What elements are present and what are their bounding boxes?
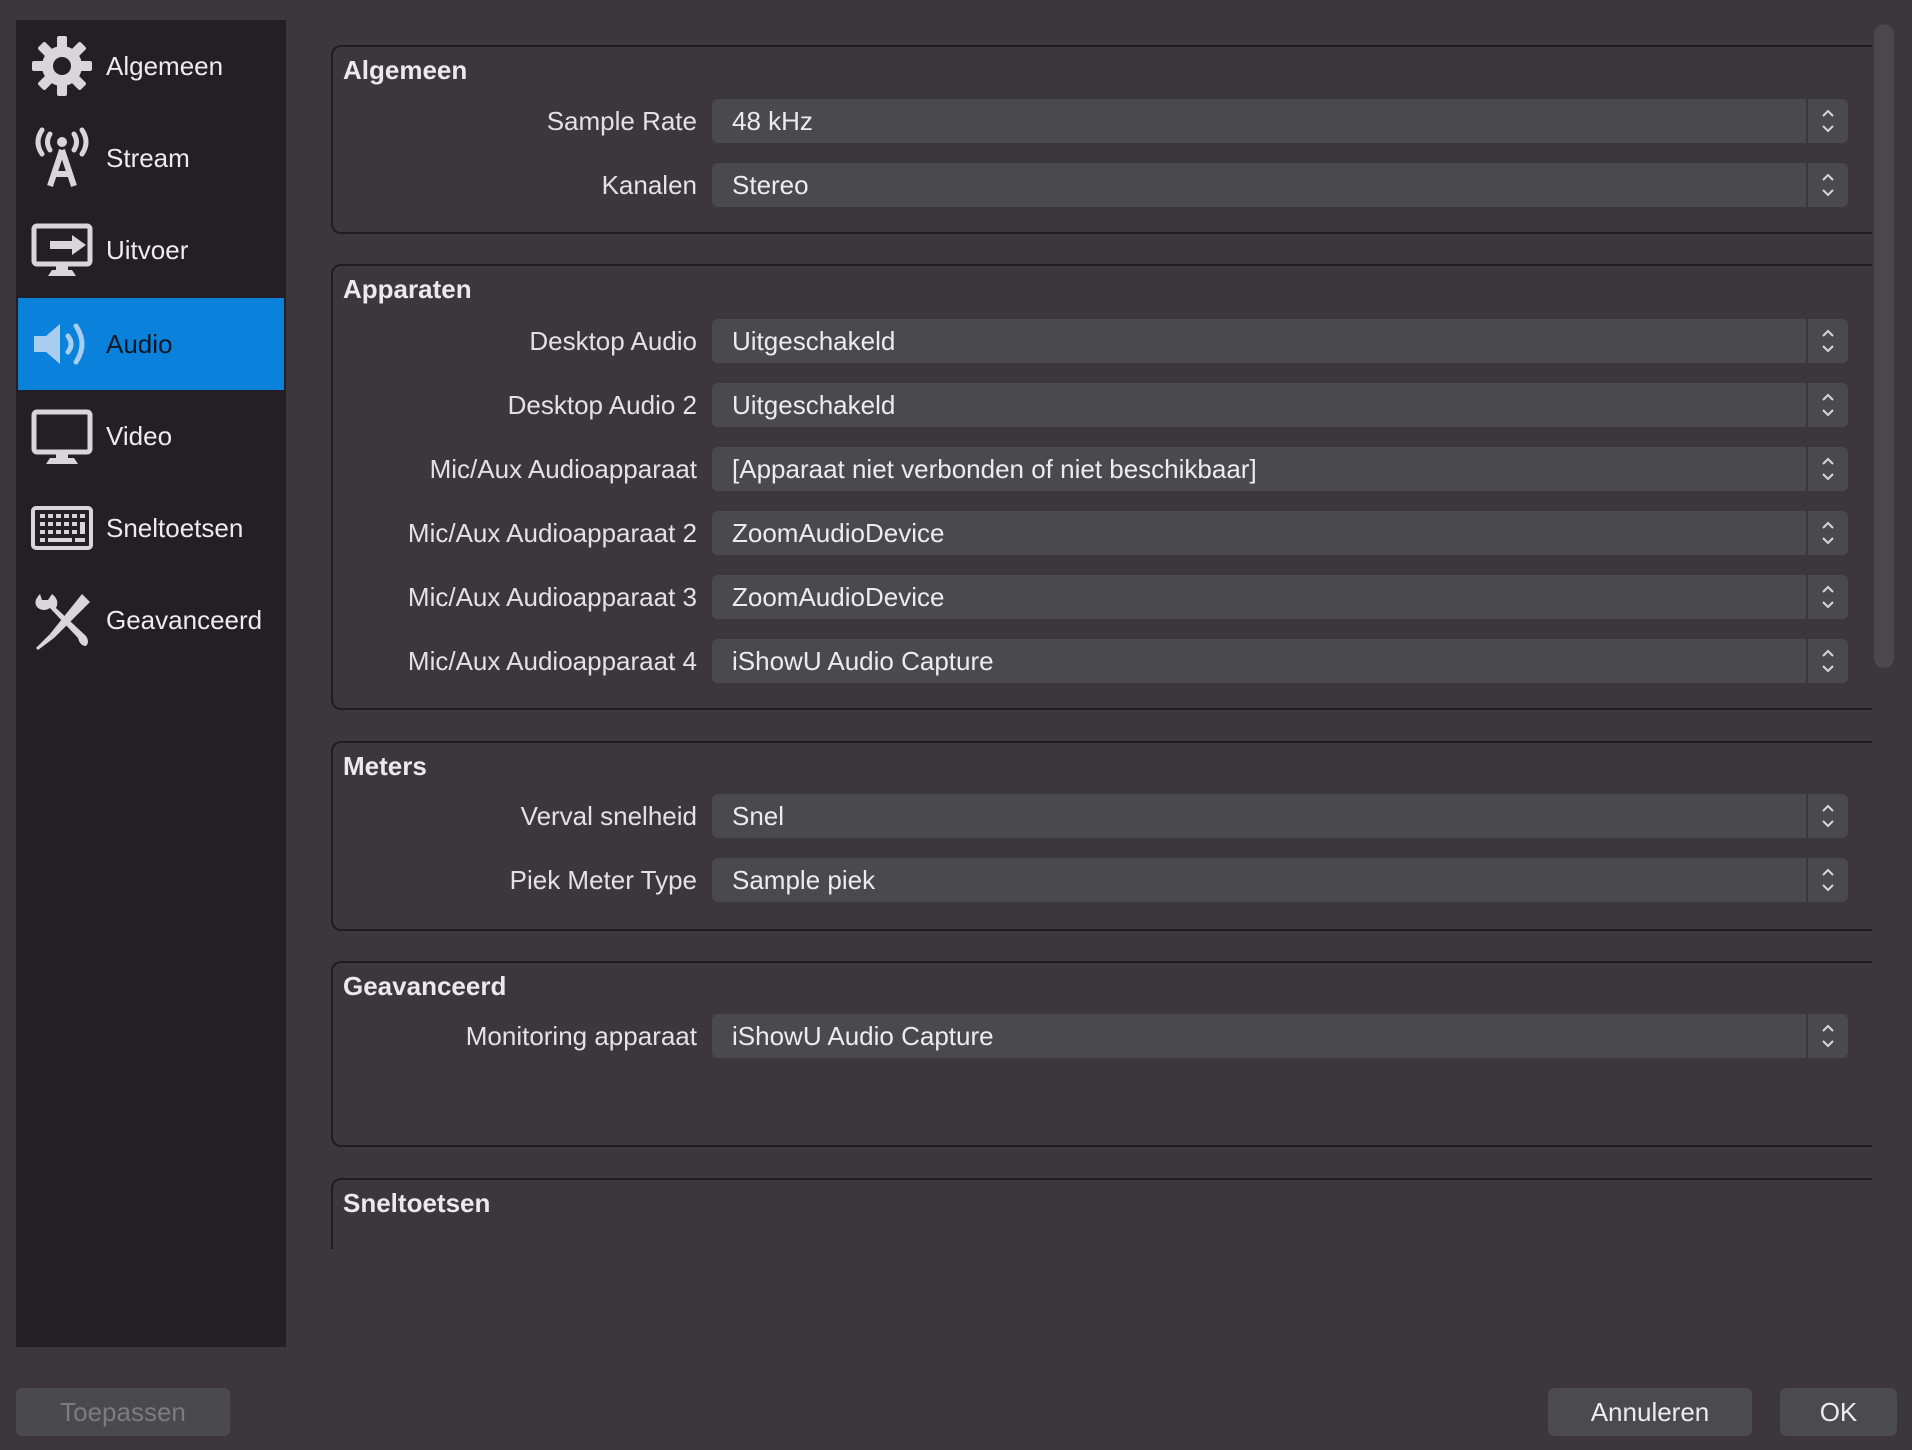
sidebar-item-label: Stream	[106, 142, 190, 173]
updown-chevron-icon[interactable]	[1806, 639, 1848, 683]
field-label: Piek Meter Type	[509, 865, 697, 895]
scroll-clip-area	[320, 1249, 1880, 1339]
group-title: Apparaten	[343, 274, 472, 304]
sample-rate-select[interactable]: 48 kHz	[712, 99, 1848, 143]
mic-aux-3-select[interactable]: ZoomAudioDevice	[712, 575, 1848, 619]
mic-aux-4-select[interactable]: iShowU Audio Capture	[712, 639, 1848, 683]
cancel-button[interactable]: Annuleren	[1548, 1388, 1752, 1436]
updown-chevron-icon[interactable]	[1806, 163, 1848, 207]
field-label: Mic/Aux Audioapparaat	[429, 454, 697, 484]
group-algemeen: Algemeen Sample Rate 48 kHz Kanalen Ster…	[331, 45, 1872, 234]
updown-chevron-icon[interactable]	[1806, 511, 1848, 555]
gear-icon	[28, 32, 96, 100]
field-label: Desktop Audio 2	[507, 390, 697, 420]
output-monitor-icon	[28, 216, 96, 284]
select-value: [Apparaat niet verbonden of niet beschik…	[732, 454, 1257, 484]
mic-aux-3-row: Mic/Aux Audioapparaat 3 ZoomAudioDevice	[333, 575, 1872, 619]
updown-chevron-icon[interactable]	[1806, 447, 1848, 491]
apply-button[interactable]: Toepassen	[16, 1388, 230, 1436]
mic-aux-select[interactable]: [Apparaat niet verbonden of niet beschik…	[712, 447, 1848, 491]
settings-sidebar: Algemeen Stream Uitvoer Audio Video Snel…	[16, 20, 286, 1347]
group-title: Geavanceerd	[343, 971, 507, 1001]
field-label: Mic/Aux Audioapparaat 2	[407, 518, 697, 548]
decay-rate-row: Verval snelheid Snel	[333, 794, 1872, 838]
select-value: Uitgeschakeld	[732, 326, 896, 356]
ok-button[interactable]: OK	[1780, 1388, 1897, 1436]
sidebar-item-label: Geavanceerd	[106, 604, 263, 635]
field-label: Desktop Audio	[529, 326, 697, 356]
group-title: Sneltoetsen	[343, 1188, 491, 1218]
desktop-audio-row: Desktop Audio Uitgeschakeld	[333, 319, 1872, 363]
sidebar-item-label: Uitvoer	[106, 234, 189, 265]
channels-row: Kanalen Stereo	[333, 163, 1872, 207]
select-value: ZoomAudioDevice	[732, 518, 945, 548]
mic-aux-2-select[interactable]: ZoomAudioDevice	[712, 511, 1848, 555]
sidebar-item-audio[interactable]: Audio	[18, 298, 284, 390]
sidebar-item-label: Sneltoetsen	[106, 512, 244, 543]
group-title: Meters	[343, 751, 427, 781]
peak-meter-type-row: Piek Meter Type Sample piek	[333, 858, 1872, 902]
sidebar-item-video[interactable]: Video	[18, 390, 284, 482]
sidebar-item-algemeen[interactable]: Algemeen	[18, 20, 284, 112]
mic-aux-2-row: Mic/Aux Audioapparaat 2 ZoomAudioDevice	[333, 511, 1872, 555]
select-value: Sample piek	[732, 865, 876, 895]
group-meters: Meters Verval snelheid Snel Piek Meter T…	[331, 741, 1872, 931]
tools-icon	[28, 586, 96, 654]
select-value: Stereo	[732, 170, 809, 200]
field-label: Mic/Aux Audioapparaat 3	[407, 582, 697, 612]
select-value: ZoomAudioDevice	[732, 582, 945, 612]
field-label: Verval snelheid	[520, 801, 697, 831]
group-apparaten: Apparaten Desktop Audio Uitgeschakeld De…	[331, 264, 1872, 710]
group-title: Algemeen	[343, 55, 468, 85]
mic-aux-row: Mic/Aux Audioapparaat [Apparaat niet ver…	[333, 447, 1872, 491]
select-value: Uitgeschakeld	[732, 390, 896, 420]
sidebar-item-label: Audio	[106, 328, 173, 359]
desktop-audio-select[interactable]: Uitgeschakeld	[712, 319, 1848, 363]
sample-rate-row: Sample Rate 48 kHz	[333, 99, 1872, 143]
select-value: 48 kHz	[732, 106, 813, 136]
sidebar-item-geavanceerd[interactable]: Geavanceerd	[18, 574, 284, 666]
field-label: Kanalen	[601, 170, 697, 200]
field-label: Mic/Aux Audioapparaat 4	[407, 646, 697, 676]
keyboard-icon	[28, 494, 96, 562]
updown-chevron-icon[interactable]	[1806, 575, 1848, 619]
updown-chevron-icon[interactable]	[1806, 319, 1848, 363]
field-label: Sample Rate	[546, 106, 697, 136]
sidebar-item-stream[interactable]: Stream	[18, 112, 284, 204]
sidebar-item-label: Algemeen	[106, 50, 224, 81]
channels-select[interactable]: Stereo	[712, 163, 1848, 207]
sidebar-item-sneltoetsen[interactable]: Sneltoetsen	[18, 482, 284, 574]
updown-chevron-icon[interactable]	[1806, 1014, 1848, 1058]
desktop-audio-2-select[interactable]: Uitgeschakeld	[712, 383, 1848, 427]
select-value: iShowU Audio Capture	[732, 1021, 994, 1051]
decay-rate-select[interactable]: Snel	[712, 794, 1848, 838]
select-value: iShowU Audio Capture	[732, 646, 994, 676]
antenna-icon	[28, 124, 96, 192]
updown-chevron-icon[interactable]	[1806, 99, 1848, 143]
group-geavanceerd: Geavanceerd Monitoring apparaat iShowU A…	[331, 961, 1872, 1147]
speaker-icon	[28, 310, 96, 378]
mic-aux-4-row: Mic/Aux Audioapparaat 4 iShowU Audio Cap…	[333, 639, 1872, 683]
monitoring-device-select[interactable]: iShowU Audio Capture	[712, 1014, 1848, 1058]
desktop-audio-2-row: Desktop Audio 2 Uitgeschakeld	[333, 383, 1872, 427]
sidebar-item-uitvoer[interactable]: Uitvoer	[18, 204, 284, 296]
updown-chevron-icon[interactable]	[1806, 383, 1848, 427]
peak-meter-type-select[interactable]: Sample piek	[712, 858, 1848, 902]
monitoring-device-row: Monitoring apparaat iShowU Audio Capture	[333, 1014, 1872, 1058]
monitor-icon	[28, 402, 96, 470]
select-value: Snel	[732, 801, 785, 831]
field-label: Monitoring apparaat	[465, 1021, 697, 1051]
sidebar-item-label: Video	[106, 420, 173, 451]
updown-chevron-icon[interactable]	[1806, 794, 1848, 838]
updown-chevron-icon[interactable]	[1806, 858, 1848, 902]
vertical-scrollbar[interactable]	[1874, 24, 1894, 668]
